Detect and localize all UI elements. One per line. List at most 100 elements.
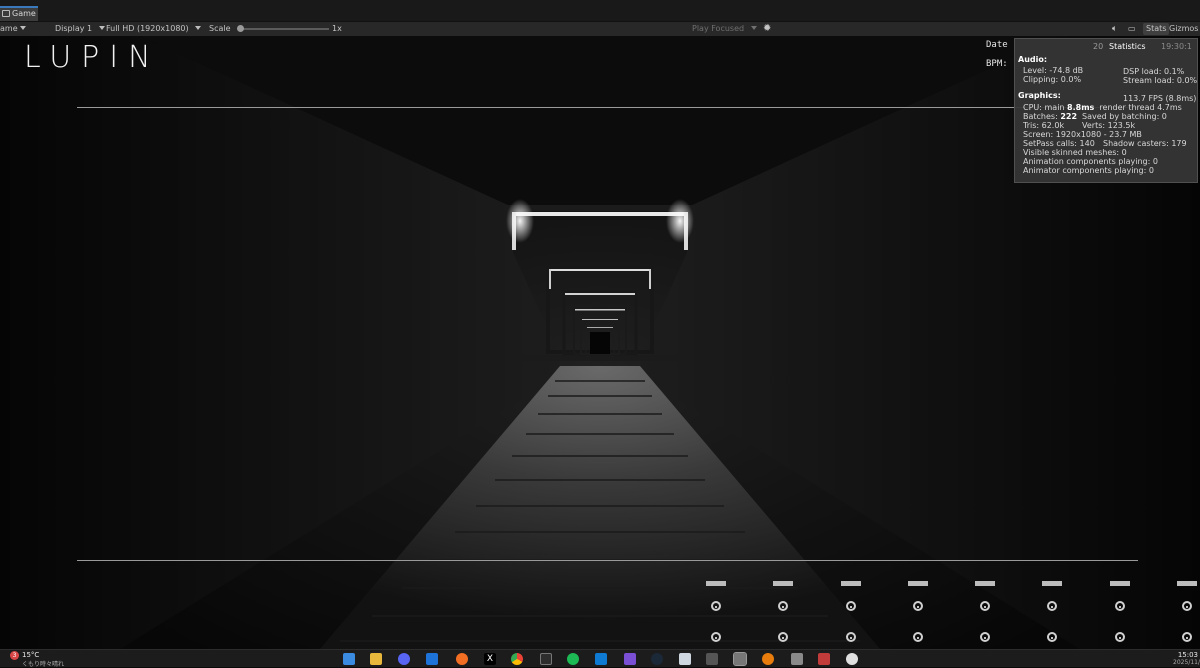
x-icon[interactable]: X — [484, 653, 496, 665]
batches-line: Batches: 222 — [1023, 112, 1077, 121]
chevron-down-icon — [750, 26, 757, 30]
tab-game[interactable]: Game — [0, 6, 38, 21]
shadow-casters: Shadow casters: 179 — [1103, 139, 1187, 148]
media-player-icon[interactable] — [846, 653, 858, 665]
fader-6[interactable] — [1042, 581, 1062, 586]
knob-2a[interactable] — [778, 601, 788, 611]
cpu-line: CPU: main 8.8ms render thread 4.7ms — [1023, 103, 1182, 112]
scale-slider-handle[interactable] — [237, 25, 244, 32]
fader-5[interactable] — [975, 581, 995, 586]
chevron-down-icon — [20, 26, 27, 30]
keyboard-icon[interactable]: ▭ — [1128, 22, 1136, 36]
skinned-meshes: Visible skinned meshes: 0 — [1023, 148, 1127, 157]
knob-2b[interactable] — [778, 632, 788, 642]
stats-hidden-date: 20 — [1093, 42, 1104, 51]
stats-hidden-time: 19:30:1 — [1161, 42, 1192, 51]
knob-4b[interactable] — [913, 632, 923, 642]
chevron-down-icon — [98, 26, 105, 30]
snipping-tool-icon[interactable] — [818, 653, 830, 665]
start-menu-icon[interactable] — [343, 653, 355, 665]
knob-8a[interactable] — [1182, 601, 1192, 611]
gizmos-button[interactable]: Gizmos — [1169, 22, 1198, 36]
fader-4[interactable] — [908, 581, 928, 586]
temperature: 15°C — [22, 651, 40, 659]
scale-value: 1x — [332, 24, 342, 33]
outlook-icon[interactable] — [426, 653, 438, 665]
knob-7b[interactable] — [1115, 632, 1125, 642]
setpass-calls: SetPass calls: 140 — [1023, 139, 1095, 148]
scale-slider-track[interactable] — [238, 28, 329, 30]
cpu-prefix: CPU: main — [1023, 103, 1068, 112]
knob-3b[interactable] — [846, 632, 856, 642]
fader-2[interactable] — [773, 581, 793, 586]
view-select-label: ame — [0, 24, 18, 33]
weather-description: くもり時々晴れ — [22, 661, 65, 668]
play-mode-label: Play Focused — [692, 24, 745, 33]
knob-7a[interactable] — [1115, 601, 1125, 611]
speaker-icon[interactable]: 🔈︎ — [1112, 22, 1117, 36]
taskbar: 3 15°C くもり時々晴れ X 15:03 2025/11/ — [0, 649, 1200, 668]
knob-5b[interactable] — [980, 632, 990, 642]
display-select-label: Display 1 — [55, 24, 93, 33]
vscode-icon[interactable] — [595, 653, 607, 665]
terminal-icon[interactable] — [540, 653, 552, 665]
app-icon-triangle[interactable] — [679, 653, 691, 665]
spotify-icon[interactable] — [567, 653, 579, 665]
scale-label: Scale — [209, 24, 231, 33]
knob-5a[interactable] — [980, 601, 990, 611]
fader-1[interactable] — [706, 581, 726, 586]
clock-time: 15:03 — [1177, 651, 1198, 659]
clock-date: 2025/11/ — [1173, 659, 1200, 666]
knob-3a[interactable] — [846, 601, 856, 611]
knob-1a[interactable] — [711, 601, 721, 611]
audio-header: Audio: — [1018, 55, 1048, 64]
graphics-header: Graphics: — [1018, 91, 1061, 100]
knob-8b[interactable] — [1182, 632, 1192, 642]
steam-icon[interactable] — [651, 653, 663, 665]
render-thread: render thread 4.7ms — [1099, 103, 1182, 112]
clock[interactable]: 15:03 2025/11/ — [1168, 650, 1200, 667]
lupin-logo: LUPIN — [24, 40, 161, 75]
verts-count: Verts: 123.5k — [1082, 121, 1136, 130]
cpu-main-value: 8.8ms — [1067, 103, 1095, 112]
view-select[interactable]: ame — [0, 22, 27, 36]
weather-widget[interactable]: 3 15°C くもり時々晴れ — [0, 650, 90, 668]
unity-hub-icon[interactable] — [706, 653, 718, 665]
stats-title: Statistics — [1109, 42, 1146, 51]
fader-3[interactable] — [841, 581, 861, 586]
play-mode-select[interactable]: Play Focused — [692, 22, 757, 36]
soundcloud-icon[interactable] — [456, 653, 468, 665]
knob-6b[interactable] — [1047, 632, 1057, 642]
animator-components: Animator components playing: 0 — [1023, 166, 1154, 175]
date-label: Date — [986, 40, 1008, 50]
fader-7[interactable] — [1110, 581, 1130, 586]
bottom-divider-line — [77, 560, 1138, 561]
bug-icon[interactable]: ✹ — [763, 22, 771, 36]
fader-8[interactable] — [1177, 581, 1197, 586]
discord-icon[interactable] — [398, 653, 410, 665]
chrome-icon[interactable] — [511, 653, 523, 665]
resolution-select[interactable]: Full HD (1920x1080) — [106, 22, 202, 36]
weather-badge: 3 — [10, 651, 19, 660]
audio-level: Level: -74.8 dB — [1023, 66, 1084, 75]
saved-by-batching: Saved by batching: 0 — [1082, 112, 1167, 121]
knob-6a[interactable] — [1047, 601, 1057, 611]
fps-readout: 113.7 FPS (8.8ms) — [1123, 94, 1197, 103]
stats-button[interactable]: Stats — [1143, 23, 1170, 35]
knob-4a[interactable] — [913, 601, 923, 611]
obsidian-icon[interactable] — [624, 653, 636, 665]
resolution-select-label: Full HD (1920x1080) — [106, 24, 189, 33]
tab-game-label: Game — [12, 9, 36, 18]
tris-count: Tris: 62.0k — [1023, 121, 1065, 130]
animation-components: Animation components playing: 0 — [1023, 157, 1158, 166]
blender-icon[interactable] — [762, 653, 774, 665]
calculator-icon[interactable] — [791, 653, 803, 665]
knob-1b[interactable] — [711, 632, 721, 642]
tab-bar: Game — [0, 5, 1200, 22]
screen-info: Screen: 1920x1080 - 23.7 MB — [1023, 130, 1142, 139]
display-select[interactable]: Display 1 — [55, 22, 105, 36]
batches-value: 222 — [1060, 112, 1078, 121]
audio-clipping: Clipping: 0.0% — [1023, 75, 1082, 84]
unity-editor-icon[interactable] — [733, 652, 747, 666]
file-explorer-icon[interactable] — [370, 653, 382, 665]
